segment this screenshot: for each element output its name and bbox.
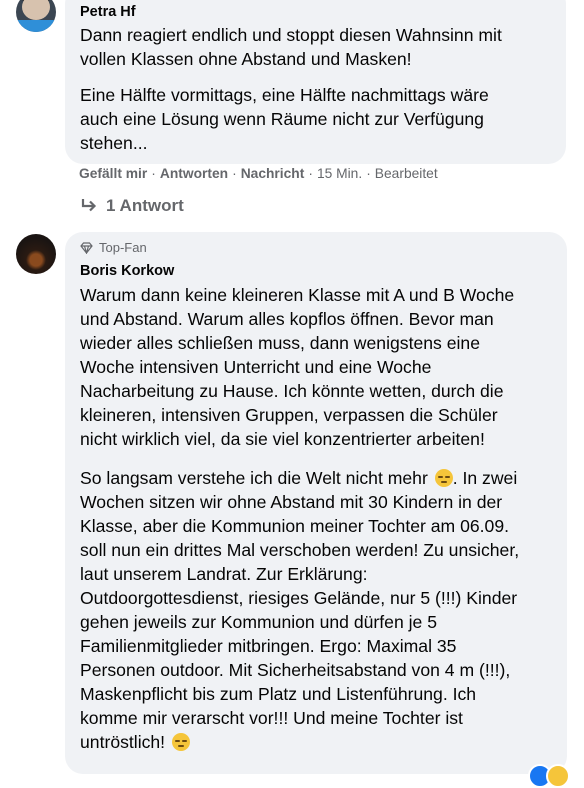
separator: · bbox=[151, 166, 156, 181]
comment-text-line: nicht wirklich viel, da sie viel konzent… bbox=[80, 429, 485, 449]
comment-text-line: Warum dann keine kleineren Klasse mit A … bbox=[80, 285, 515, 305]
comment-text-line: Eine Hälfte vormittags, eine Hälfte nach… bbox=[80, 85, 489, 105]
comment-text-line: Woche intensiven Unterricht und eine Woc… bbox=[80, 357, 432, 377]
separator: · bbox=[308, 166, 313, 181]
avatar-face bbox=[22, 0, 50, 20]
comment-text-line: und Abstand. Warum alles kopflos öffnen.… bbox=[80, 309, 494, 329]
message-link[interactable]: Nachricht bbox=[241, 166, 305, 181]
like-link[interactable]: Gefällt mir bbox=[79, 166, 147, 181]
top-fan-badge[interactable]: Top-Fan bbox=[80, 240, 147, 255]
pensive-face-emoji bbox=[171, 733, 190, 751]
comment-text-line: Nacharbeitung zu Hause. Ich könnte wette… bbox=[80, 381, 504, 401]
comment-text-line: vollen Klassen ohne Abstand und Masken! bbox=[80, 49, 412, 69]
comment-text-line: Outdoorgottesdienst, riesiges Gelände, n… bbox=[80, 588, 518, 608]
comment-author[interactable]: Petra Hf bbox=[80, 4, 136, 20]
comment-text-line: untröstlich! bbox=[80, 730, 190, 754]
separator: · bbox=[366, 166, 371, 181]
avatar[interactable] bbox=[16, 234, 56, 274]
comment-text-line: wieder alles schließen muss, dann wenigs… bbox=[80, 333, 480, 353]
comment-text-line: Dann reagiert endlich und stoppt diesen … bbox=[80, 25, 502, 45]
reply-arrow-icon bbox=[81, 199, 97, 212]
comment-text-line: Maskenpflicht bis zum Platz und Listenfü… bbox=[80, 684, 477, 704]
comment-text-line: So langsam verstehe ich die Welt nicht m… bbox=[80, 466, 517, 490]
text-fragment: . In zwei bbox=[452, 468, 518, 488]
separator: · bbox=[232, 166, 237, 181]
text-fragment: untröstlich! bbox=[80, 732, 166, 752]
text-fragment: So langsam verstehe ich die Welt nicht m… bbox=[80, 468, 428, 488]
huffing-face-emoji bbox=[434, 469, 453, 487]
comment-text-line: soll nun ein drittes Mal verschoben werd… bbox=[80, 540, 520, 560]
comment-actions: Gefällt mir · Antworten · Nachricht · 15… bbox=[79, 166, 438, 181]
edited-label: Bearbeitet bbox=[374, 166, 438, 181]
comment-text-line: komme mir verarscht vor!!! Und meine Toc… bbox=[80, 708, 463, 728]
diamond-icon bbox=[80, 241, 93, 254]
avatar-band bbox=[16, 20, 56, 32]
top-fan-label: Top-Fan bbox=[99, 240, 147, 255]
reply-link[interactable]: Antworten bbox=[160, 166, 228, 181]
comment-text-line: laut unserem Landrat. Zur Erklärung: bbox=[80, 564, 368, 584]
view-replies-button[interactable]: 1 Antwort bbox=[80, 196, 184, 216]
comment-text-line: gehen jeweils zur Kommunion und dürfen j… bbox=[80, 612, 437, 632]
comment-author[interactable]: Boris Korkow bbox=[80, 263, 174, 279]
avatar[interactable] bbox=[16, 0, 56, 32]
timestamp[interactable]: 15 Min. bbox=[317, 166, 362, 181]
comment-text-line: Familienmitglieder mitbringen. Ergo: Max… bbox=[80, 636, 457, 656]
emoji-reaction-icon[interactable] bbox=[546, 764, 570, 788]
comment-text-line: Personen outdoor. Mit Sicherheitsabstand… bbox=[80, 660, 511, 680]
comment-text-line: auch eine Lösung wenn Räume nicht zur Ve… bbox=[80, 109, 484, 129]
comment-text-line: kleineren, intensiven Gruppen, verpassen… bbox=[80, 405, 498, 425]
replies-count-label: 1 Antwort bbox=[106, 196, 184, 215]
comment-text-line: stehen... bbox=[80, 133, 148, 153]
comment-text-line: Klasse, aber die Kommunion meiner Tochte… bbox=[80, 516, 509, 536]
comment-text-line: Wochen sitzen wir ohne Abstand mit 30 Ki… bbox=[80, 492, 503, 512]
